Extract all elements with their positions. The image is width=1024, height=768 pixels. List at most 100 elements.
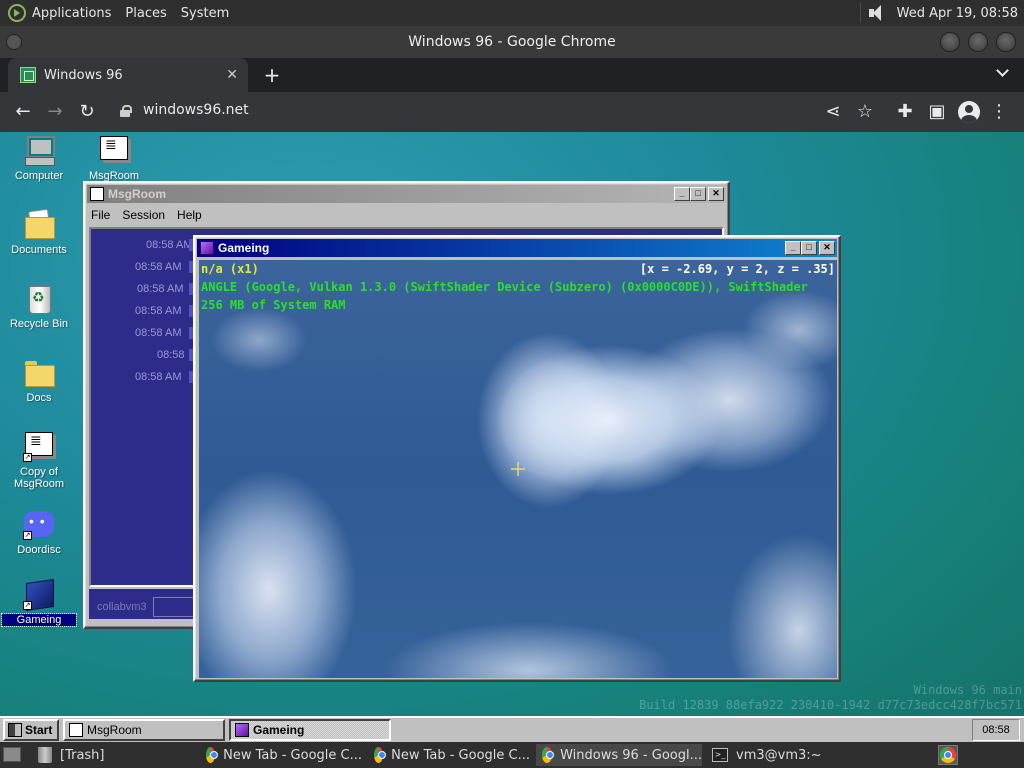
taskbar-gameing[interactable]: Gameing xyxy=(229,719,391,741)
build-watermark: Windows 96 main Build 12839 88efa922 230… xyxy=(639,683,1022,713)
taskbar-item-windows96[interactable]: Windows 96 - Googl... xyxy=(536,744,702,766)
computer-icon xyxy=(23,134,55,166)
applications-menu[interactable]: Applications xyxy=(32,6,111,21)
taskbar-item-terminal[interactable]: >_ vm3@vm3:~ xyxy=(706,744,866,766)
gameing-titlebar[interactable]: Gameing _ □ ✕ xyxy=(197,239,837,257)
hud-coordinates: [x = -2.69, y = 2, z = .35] xyxy=(639,262,835,276)
trash-icon xyxy=(38,747,52,763)
desktop-icon-gameing[interactable]: ↗ Gameing xyxy=(1,578,77,627)
lock-icon[interactable] xyxy=(120,105,132,117)
side-panel-icon[interactable]: ▣ xyxy=(926,101,948,123)
address-bar[interactable]: windows96.net xyxy=(143,102,249,118)
maximize-button[interactable]: □ xyxy=(801,241,817,255)
windows96-favicon-icon xyxy=(20,67,36,83)
hud-memory: 256 MB of System RAM xyxy=(201,298,346,312)
distro-logo-icon[interactable] xyxy=(8,4,26,22)
desktop-icon-recycle-bin[interactable]: Recycle Bin xyxy=(2,282,76,330)
chrome-icon xyxy=(206,747,219,763)
window-title: Windows 96 - Google Chrome xyxy=(408,34,616,50)
tab-search-chevron-icon[interactable] xyxy=(996,66,1010,80)
desktop-icon-msgroom[interactable]: MsgRoom xyxy=(77,134,151,182)
tab-close-icon[interactable]: ✕ xyxy=(226,67,238,83)
volume-icon[interactable] xyxy=(867,4,885,22)
tab-windows96[interactable]: Windows 96 ✕ xyxy=(8,58,248,92)
chrome-menu-icon[interactable]: ⋮ xyxy=(988,101,1010,123)
maximize-button[interactable] xyxy=(968,32,988,52)
shortcut-arrow-icon: ↗ xyxy=(23,453,32,462)
back-arrow-icon[interactable]: ← xyxy=(12,101,34,123)
message-time: 08:58 AM xyxy=(135,305,182,317)
msgroom-icon xyxy=(98,134,130,166)
workspace-switcher[interactable] xyxy=(938,745,958,765)
taskbar-item-newtab-2[interactable]: New Tab - Google C... xyxy=(368,744,530,766)
close-button[interactable]: ✕ xyxy=(819,241,835,255)
nickname-label: collabvm3 xyxy=(97,601,147,613)
forward-arrow-icon[interactable]: → xyxy=(44,101,66,123)
desktop-icon-label: Recycle Bin xyxy=(9,318,69,330)
chrome-toolbar: ← → ↻ windows96.net ⋖ ☆ ✚ ▣ ⋮ xyxy=(0,92,1024,132)
reload-icon[interactable]: ↻ xyxy=(76,101,98,123)
gameing-window[interactable]: Gameing _ □ ✕ n/a (x1) [x = -2.69, y = 2… xyxy=(193,235,841,682)
taskbar-msgroom[interactable]: MsgRoom xyxy=(63,719,225,741)
documents-folder-icon xyxy=(23,208,55,240)
chrome-icon xyxy=(542,747,555,763)
folder-icon xyxy=(23,356,55,388)
desktop-icon-documents[interactable]: Documents xyxy=(2,208,76,256)
top-panel: Applications Places System Wed Apr 19, 0… xyxy=(0,0,1024,26)
msgroom-task-icon xyxy=(69,723,83,737)
maximize-button[interactable]: □ xyxy=(690,187,706,201)
minimize-button[interactable]: _ xyxy=(674,187,690,201)
bottom-panel: [Trash] New Tab - Google C... New Tab - … xyxy=(0,742,1024,768)
task-label: Gameing xyxy=(253,723,305,737)
share-icon[interactable]: ⋖ xyxy=(822,101,844,123)
desktop-icon-docs[interactable]: Docs xyxy=(2,356,76,404)
w96-clock[interactable]: 08:58 xyxy=(972,719,1020,741)
menu-file[interactable]: File xyxy=(91,208,110,222)
taskbar-item-newtab-1[interactable]: New Tab - Google C... xyxy=(200,744,362,766)
terminal-icon: >_ xyxy=(712,748,728,762)
new-tab-button[interactable]: + xyxy=(260,63,284,87)
menu-help[interactable]: Help xyxy=(177,208,202,222)
minimize-button[interactable] xyxy=(940,32,960,52)
desktop-icon-label: Gameing xyxy=(1,613,77,627)
start-logo-icon xyxy=(8,723,22,737)
profile-avatar-icon[interactable] xyxy=(958,101,980,123)
bookmark-star-icon[interactable]: ☆ xyxy=(854,101,876,123)
minimize-button[interactable]: _ xyxy=(785,241,801,255)
tab-strip: Windows 96 ✕ + xyxy=(0,58,1024,92)
chrome-titlebar[interactable]: Windows 96 - Google Chrome xyxy=(0,26,1024,58)
windows96-desktop[interactable]: Computer MsgRoom Documents Recycle Bin D… xyxy=(0,132,1024,742)
message-time: 08:58 xyxy=(157,349,185,361)
panel-clock[interactable]: Wed Apr 19, 08:58 xyxy=(897,6,1018,21)
desktop-icon-computer[interactable]: Computer xyxy=(2,134,76,182)
system-menu[interactable]: System xyxy=(181,6,229,21)
show-desktop-icon[interactable] xyxy=(3,747,21,762)
start-button[interactable]: Start xyxy=(3,719,59,741)
tab-title: Windows 96 xyxy=(44,67,123,83)
gameing-task-icon xyxy=(235,723,249,737)
msgroom-titlebar[interactable]: MsgRoom _ □ ✕ xyxy=(87,185,726,203)
msgroom-shortcut-icon: ↗ xyxy=(23,430,55,462)
chrome-icon xyxy=(374,747,387,763)
window-menu-button[interactable] xyxy=(6,34,22,50)
places-menu[interactable]: Places xyxy=(125,6,166,21)
start-label: Start xyxy=(25,723,53,737)
taskbar-item-label: vm3@vm3:~ xyxy=(736,747,822,763)
build-line-1: Windows 96 main xyxy=(913,683,1022,697)
menu-session[interactable]: Session xyxy=(122,208,165,222)
crosshair-icon xyxy=(511,462,525,476)
close-button[interactable]: ✕ xyxy=(708,187,724,201)
panel-separator xyxy=(859,3,861,23)
gameing-cube-icon: ↗ xyxy=(23,578,55,610)
desktop-icon-copy-of-msgroom[interactable]: ↗ Copy of MsgRoom xyxy=(2,430,76,490)
hud-fps: n/a (x1) xyxy=(201,262,259,276)
msgroom-title: MsgRoom xyxy=(108,187,166,201)
game-canvas[interactable]: n/a (x1) [x = -2.69, y = 2, z = .35] ANG… xyxy=(199,260,837,678)
taskbar-item-trash[interactable]: [Trash] xyxy=(32,744,192,766)
desktop-icon-doordisc[interactable]: ↗ Doordisc xyxy=(2,508,76,556)
w96-taskbar: Start MsgRoom Gameing 08:58 xyxy=(0,716,1024,742)
task-label: MsgRoom xyxy=(87,723,142,737)
gameing-title: Gameing xyxy=(218,241,270,255)
close-button[interactable] xyxy=(996,32,1016,52)
extensions-puzzle-icon[interactable]: ✚ xyxy=(894,101,916,123)
